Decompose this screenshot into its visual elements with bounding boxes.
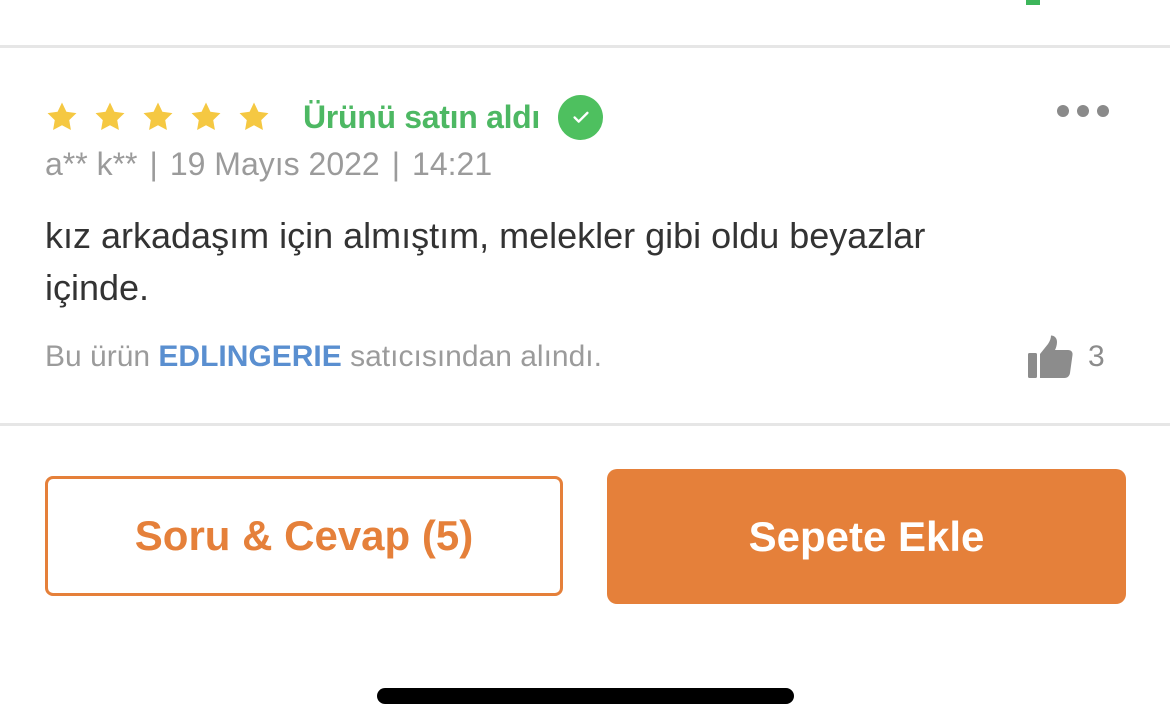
star-icon: [93, 100, 127, 134]
divider-bottom: [0, 423, 1170, 426]
review-meta: a** k** | 19 Mayıs 2022 | 14:21: [45, 146, 492, 183]
seller-info: Bu ürün EDLINGERIE satıcısından alındı.: [45, 340, 602, 374]
verified-purchase: Ürünü satın aldı: [303, 94, 603, 140]
like-button[interactable]: 3: [1026, 334, 1105, 380]
seller-suffix: satıcısından alındı.: [350, 340, 602, 373]
thumbs-up-icon: [1026, 334, 1074, 380]
product-review-page: Ürünü satın aldı a** k** | 19 Mayıs 2022 | 1…: [0, 0, 1170, 728]
meta-separator: |: [391, 146, 401, 182]
add-to-cart-button[interactable]: Sepete Ekle: [607, 469, 1126, 604]
verified-purchase-label: Ürünü satın aldı: [303, 98, 540, 135]
dot: [1057, 105, 1069, 117]
seller-prefix: Bu ürün: [45, 340, 151, 373]
review-card: Ürünü satın aldı a** k** | 19 Mayıs 2022 | 1…: [0, 48, 1170, 423]
review-time: 14:21: [412, 146, 493, 182]
review-author: a** k**: [45, 146, 138, 182]
meta-separator: |: [149, 146, 158, 182]
top-fragment: [1026, 0, 1040, 5]
star-icon: [189, 100, 223, 134]
like-count: 3: [1088, 340, 1105, 373]
seller-link[interactable]: EDLINGERIE: [158, 340, 341, 373]
star-icon: [141, 100, 175, 134]
more-dots-icon[interactable]: [1057, 104, 1109, 118]
check-circle-icon: [558, 94, 603, 140]
star-rating: [45, 100, 271, 134]
star-icon: [45, 100, 79, 134]
dot: [1077, 105, 1089, 117]
dot: [1097, 105, 1109, 117]
review-date: 19 Mayıs 2022: [169, 146, 380, 182]
rating-row: Ürünü satın aldı: [45, 94, 603, 140]
home-indicator[interactable]: [377, 688, 794, 704]
qa-button[interactable]: Soru & Cevap (5): [45, 476, 563, 596]
star-icon: [237, 100, 271, 134]
review-comment: kız arkadaşım için almıştım, melekler gi…: [45, 215, 926, 308]
